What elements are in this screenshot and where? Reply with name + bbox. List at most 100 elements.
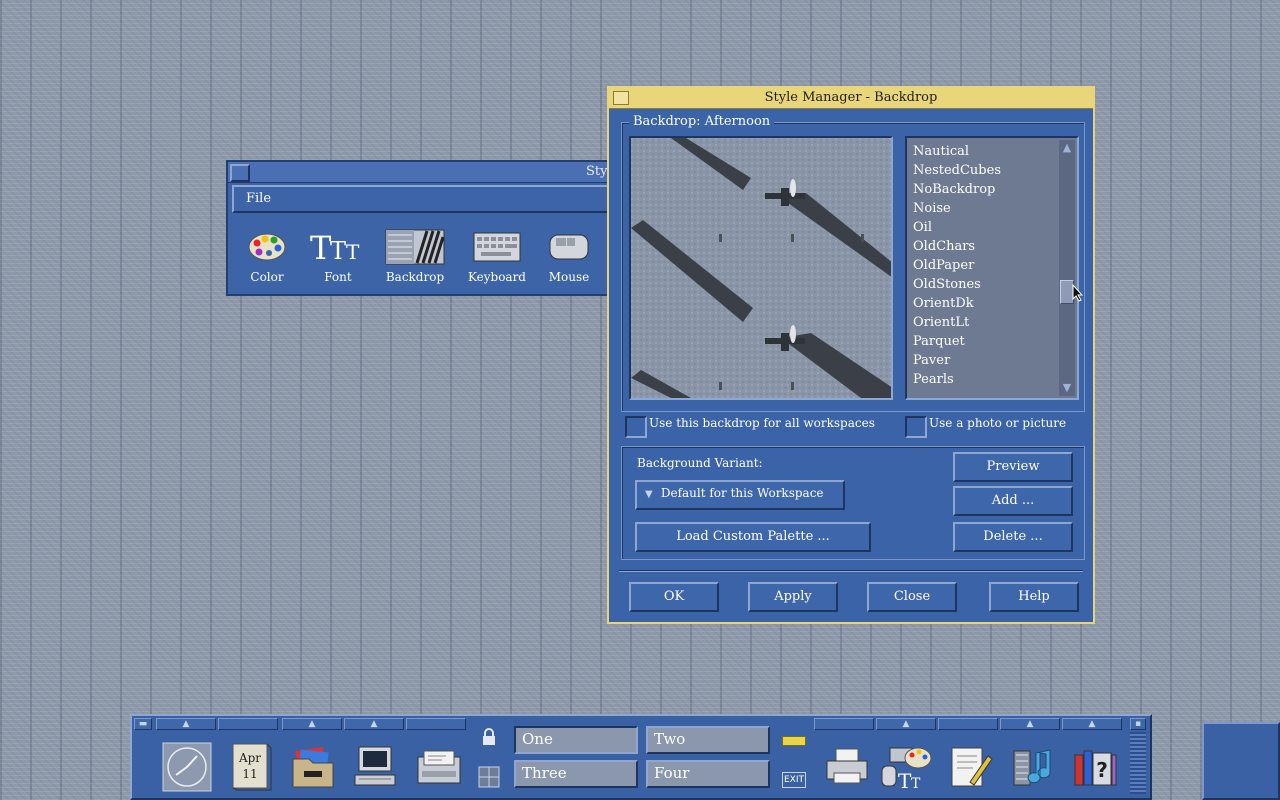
style-manager-window: Styl File Color T T T Font Backdrop Keyb… bbox=[226, 160, 626, 296]
keyboard-icon bbox=[462, 226, 532, 268]
svg-text:T: T bbox=[898, 769, 912, 790]
workspace-four-button[interactable]: Four bbox=[646, 760, 770, 788]
palette-icon bbox=[232, 226, 302, 268]
svg-text:T: T bbox=[346, 240, 360, 264]
calendar-icon[interactable]: Apr 11 bbox=[224, 740, 278, 794]
subpanel-arrow-calendar bbox=[218, 718, 278, 730]
scroll-up-icon[interactable]: ▲ bbox=[1060, 141, 1074, 155]
list-item[interactable]: Pearls bbox=[913, 370, 1077, 389]
backdrop-preview bbox=[629, 136, 893, 400]
backdrop-group-label: Backdrop: Afternoon bbox=[629, 114, 775, 129]
panel-minimize-button[interactable]: ▪ bbox=[1130, 718, 1146, 730]
list-item[interactable]: Oil bbox=[913, 218, 1077, 237]
file-manager-icon[interactable] bbox=[286, 740, 340, 794]
lock-icon[interactable] bbox=[482, 728, 496, 745]
all-workspaces-label: Use this backdrop for all workspaces bbox=[649, 416, 875, 430]
list-item[interactable]: NestedCubes bbox=[913, 161, 1077, 180]
font-label: Font bbox=[324, 270, 352, 284]
svg-text:T: T bbox=[911, 776, 921, 790]
list-item[interactable]: NoBackdrop bbox=[913, 180, 1077, 199]
style-manager-icon[interactable]: T T bbox=[880, 740, 934, 794]
workspace-switch-icon[interactable] bbox=[478, 766, 500, 788]
calendar-month: Apr bbox=[238, 751, 261, 765]
svg-text:T: T bbox=[310, 229, 332, 265]
mail-icon[interactable] bbox=[412, 740, 466, 794]
file-menu[interactable]: File bbox=[246, 191, 271, 206]
panel-drag-handle[interactable] bbox=[1130, 732, 1146, 794]
list-scrollbar[interactable]: ▲ ▼ bbox=[1059, 140, 1075, 396]
backdrop-button[interactable]: Backdrop bbox=[380, 226, 450, 284]
add-button[interactable]: Add ... bbox=[953, 486, 1073, 516]
delete-button[interactable]: Delete ... bbox=[953, 522, 1073, 552]
list-item[interactable]: OldPaper bbox=[913, 256, 1077, 275]
list-item[interactable]: OldStones bbox=[913, 275, 1077, 294]
photo-checkbox[interactable] bbox=[905, 416, 927, 438]
svg-text:?: ? bbox=[1096, 758, 1108, 782]
help-button[interactable]: Help bbox=[989, 582, 1079, 612]
color-label: Color bbox=[250, 270, 284, 284]
list-item[interactable]: OrientLt bbox=[913, 313, 1077, 332]
apply-button[interactable]: Apply bbox=[748, 582, 838, 612]
preview-button[interactable]: Preview bbox=[953, 452, 1073, 482]
desktop-corner-block bbox=[1202, 722, 1280, 800]
help-icon[interactable]: ? bbox=[1068, 740, 1122, 794]
front-panel: ▬ ▲ ▲ ▲ ▲ ▲ ▲ ▪ Apr 11 One Two Three Fou… bbox=[130, 714, 1152, 800]
all-workspaces-checkbox[interactable] bbox=[625, 416, 647, 438]
backdrop-list-items: Nautical NestedCubes NoBackdrop Noise Oi… bbox=[907, 138, 1077, 389]
style-manager-titlebar[interactable]: Styl bbox=[228, 162, 624, 183]
workspace-three-button[interactable]: Three bbox=[514, 760, 638, 788]
color-button[interactable]: Color bbox=[232, 226, 302, 284]
subpanel-arrow-files[interactable]: ▲ bbox=[282, 718, 342, 730]
list-item[interactable]: Paver bbox=[913, 351, 1077, 370]
subpanel-arrow-mail bbox=[406, 718, 466, 730]
load-palette-button[interactable]: Load Custom Palette ... bbox=[635, 522, 871, 552]
backdrop-icon bbox=[380, 226, 450, 268]
mouse-label: Mouse bbox=[548, 270, 590, 284]
mouse-icon bbox=[534, 226, 604, 268]
busy-indicator-icon bbox=[782, 736, 806, 746]
subpanel-arrow-apps[interactable]: ▲ bbox=[344, 718, 404, 730]
subpanel-arrow-clock[interactable]: ▲ bbox=[156, 718, 216, 730]
svg-text:T: T bbox=[330, 237, 346, 265]
keyboard-label: Keyboard bbox=[467, 270, 526, 284]
calendar-day: 11 bbox=[242, 767, 257, 781]
list-item[interactable]: Nautical bbox=[913, 142, 1077, 161]
mouse-button[interactable]: Mouse bbox=[534, 226, 604, 284]
list-item[interactable]: Parquet bbox=[913, 332, 1077, 351]
variant-label: Background Variant: bbox=[637, 456, 763, 470]
dialog-titlebar[interactable]: Style Manager - Backdrop bbox=[609, 88, 1093, 109]
media-player-icon[interactable] bbox=[1006, 740, 1060, 794]
close-button[interactable]: Close bbox=[867, 582, 957, 612]
subpanel-arrow-printer bbox=[814, 718, 874, 730]
computer-icon[interactable] bbox=[348, 740, 402, 794]
workspace-one-button[interactable]: One bbox=[514, 726, 638, 754]
photo-label: Use a photo or picture bbox=[929, 416, 1067, 430]
scroll-down-icon[interactable]: ▼ bbox=[1060, 381, 1074, 395]
backdrop-list[interactable]: Nautical NestedCubes NoBackdrop Noise Oi… bbox=[905, 136, 1079, 400]
variant-value: Default for this Workspace bbox=[660, 486, 824, 500]
font-icon: T T T bbox=[303, 226, 373, 268]
variant-option-menu[interactable]: ▼ Default for this Workspace bbox=[635, 480, 845, 510]
text-editor-icon[interactable] bbox=[944, 740, 998, 794]
ok-button[interactable]: OK bbox=[629, 582, 719, 612]
dialog-separator bbox=[619, 570, 1083, 572]
list-item[interactable]: OrientDk bbox=[913, 294, 1077, 313]
printer-icon[interactable] bbox=[820, 740, 874, 794]
chevron-down-icon: ▼ bbox=[645, 489, 653, 500]
subpanel-arrow-editor bbox=[938, 718, 998, 730]
subpanel-arrow-media[interactable]: ▲ bbox=[1000, 718, 1060, 730]
mouse-pointer-icon bbox=[1072, 284, 1084, 302]
backdrop-dialog: Style Manager - Backdrop Backdrop: After… bbox=[607, 86, 1095, 624]
exit-button[interactable]: EXIT bbox=[782, 772, 806, 788]
font-button[interactable]: T T T Font bbox=[303, 226, 373, 284]
workspace-two-button[interactable]: Two bbox=[646, 726, 770, 754]
subpanel-arrow-help[interactable]: ▲ bbox=[1062, 718, 1122, 730]
backdrop-label: Backdrop bbox=[385, 270, 445, 284]
window-menu-button[interactable] bbox=[230, 164, 250, 182]
list-item[interactable]: Noise bbox=[913, 199, 1077, 218]
keyboard-button[interactable]: Keyboard bbox=[462, 226, 532, 284]
subpanel-arrow-style[interactable]: ▲ bbox=[876, 718, 936, 730]
list-item[interactable]: OldChars bbox=[913, 237, 1077, 256]
panel-menu-button[interactable]: ▬ bbox=[134, 718, 152, 730]
clock-icon[interactable] bbox=[160, 740, 214, 794]
